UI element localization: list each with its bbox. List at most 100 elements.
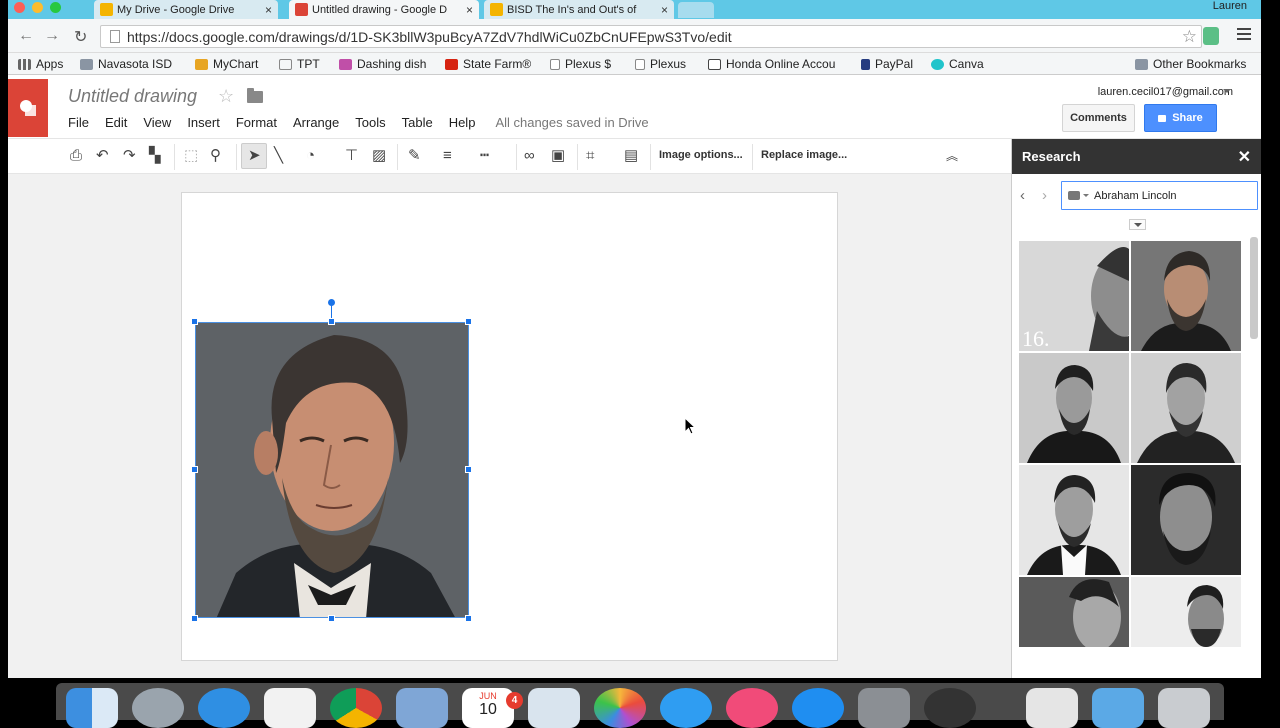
image-result[interactable] (1019, 353, 1129, 463)
image-result[interactable] (1131, 465, 1241, 575)
zoom-icon[interactable]: ⚲ (210, 148, 221, 164)
selected-image[interactable] (195, 322, 469, 618)
bookmark-honda[interactable]: Honda Online Accou (708, 57, 835, 71)
zoom-window-button[interactable] (50, 2, 61, 13)
image-result[interactable] (1131, 241, 1241, 351)
zoom-fit-icon[interactable]: ⬚ (184, 148, 198, 164)
rotate-handle[interactable] (328, 299, 335, 306)
calendar-icon[interactable]: JUN 10 (462, 688, 514, 728)
resize-handle[interactable] (465, 615, 472, 622)
photos-icon[interactable] (594, 688, 646, 728)
profile-name[interactable]: Lauren (1213, 0, 1247, 12)
bookmark-tpt[interactable]: TPT (279, 57, 320, 71)
undo-icon[interactable]: ↶ (96, 148, 109, 164)
resize-handle[interactable] (465, 318, 472, 325)
camera-icon[interactable] (1068, 191, 1080, 200)
safari-icon[interactable] (198, 688, 250, 728)
shape-icon[interactable]: ◔ (306, 148, 315, 164)
redo-icon[interactable]: ↷ (123, 148, 136, 164)
paint-format-icon[interactable]: ▚ (149, 148, 161, 164)
print-icon[interactable]: ⎙ (70, 148, 82, 164)
resize-handle[interactable] (328, 615, 335, 622)
image-options-button[interactable]: Image options... (659, 149, 743, 161)
reload-icon[interactable]: ↻ (74, 27, 87, 47)
extension-icon[interactable] (1203, 27, 1219, 45)
back-arrow-icon[interactable]: ‹ (1020, 187, 1025, 204)
star-icon[interactable]: ☆ (218, 86, 234, 107)
quicktime-icon[interactable] (924, 688, 976, 728)
url-text[interactable]: https://docs.google.com/drawings/d/1D-SK… (127, 29, 732, 45)
drawings-logo[interactable] (8, 79, 48, 137)
bookmark-apps[interactable]: Apps (18, 57, 63, 71)
replace-image-button[interactable]: Replace image... (761, 149, 847, 161)
bookmark-mychart[interactable]: MyChart (195, 57, 258, 71)
image-result[interactable] (1131, 577, 1241, 647)
close-tab-icon[interactable]: × (265, 3, 272, 17)
new-tab-button[interactable] (678, 2, 714, 18)
mask-image-icon[interactable]: ▤ (624, 148, 638, 164)
share-button[interactable]: Share (1144, 104, 1217, 132)
address-bar[interactable]: https://docs.google.com/drawings/d/1D-SK… (100, 25, 1202, 48)
resize-handle[interactable] (191, 318, 198, 325)
bookmark-star-icon[interactable]: ☆ (1182, 27, 1197, 47)
search-query[interactable]: Abraham Lincoln (1094, 190, 1177, 202)
bookmark-plexus-dollar[interactable]: Plexus $ (550, 57, 611, 71)
bookmark-other[interactable]: Other Bookmarks (1135, 57, 1246, 71)
forward-arrow-icon[interactable]: → (44, 27, 60, 45)
image-result[interactable] (1019, 577, 1129, 647)
itunes-icon[interactable] (726, 688, 778, 728)
menu-format[interactable]: Format (236, 115, 277, 130)
downloads-folder-icon[interactable] (1092, 688, 1144, 728)
bookmark-plexus[interactable]: Plexus (635, 57, 686, 71)
resize-handle[interactable] (465, 466, 472, 473)
app-store-icon[interactable] (792, 688, 844, 728)
close-tab-icon[interactable]: × (466, 3, 473, 17)
chevron-down-icon[interactable] (1083, 194, 1089, 197)
menu-edit[interactable]: Edit (105, 115, 127, 130)
drawing-canvas[interactable] (181, 192, 838, 661)
select-icon[interactable]: ➤ (248, 148, 261, 164)
browser-menu-icon[interactable] (1237, 28, 1251, 43)
finder-icon[interactable] (66, 688, 118, 728)
image-result[interactable] (1131, 353, 1241, 463)
chrome-icon[interactable] (330, 688, 382, 728)
comments-button[interactable]: Comments (1062, 104, 1135, 132)
expand-options-toggle[interactable] (1129, 219, 1146, 230)
crop-icon[interactable]: ⌗ (586, 148, 594, 164)
document-stack-icon[interactable] (1026, 688, 1078, 728)
menu-table[interactable]: Table (402, 115, 433, 130)
system-preferences-icon[interactable] (858, 688, 910, 728)
bookmark-dashing-dish[interactable]: Dashing dish (339, 57, 426, 71)
account-email[interactable]: lauren.cecil017@gmail.com (1098, 86, 1233, 98)
menu-file[interactable]: File (68, 115, 89, 130)
chevron-down-icon[interactable] (1223, 89, 1231, 93)
close-window-button[interactable] (14, 2, 25, 13)
menu-help[interactable]: Help (449, 115, 476, 130)
image-icon[interactable]: ▨ (372, 148, 386, 164)
resize-handle[interactable] (328, 318, 335, 325)
menu-view[interactable]: View (143, 115, 171, 130)
folder-icon[interactable] (247, 88, 263, 103)
bookmark-state-farm[interactable]: State Farm® (445, 57, 531, 71)
launchpad-icon[interactable] (132, 688, 184, 728)
line-dash-icon[interactable]: ┅ (480, 148, 489, 164)
document-title[interactable]: Untitled drawing (68, 86, 197, 107)
menu-arrange[interactable]: Arrange (293, 115, 339, 130)
research-search-input[interactable]: Abraham Lincoln (1061, 181, 1258, 210)
app-grid-icon[interactable] (264, 688, 316, 728)
image-result[interactable]: 16. (1019, 241, 1129, 351)
menu-insert[interactable]: Insert (187, 115, 220, 130)
mail-icon[interactable] (396, 688, 448, 728)
resize-handle[interactable] (191, 466, 198, 473)
resize-handle[interactable] (191, 615, 198, 622)
bookmark-paypal[interactable]: PayPal (861, 57, 913, 71)
tab-my-drive[interactable]: My Drive - Google Drive × (94, 0, 278, 19)
text-box-icon[interactable]: ⊤ (345, 148, 358, 164)
preview-icon[interactable] (528, 688, 580, 728)
scrollbar-thumb[interactable] (1250, 237, 1258, 339)
collapse-icon[interactable]: ︽ (946, 148, 958, 164)
trash-icon[interactable] (1158, 688, 1210, 728)
link-icon[interactable]: ∞ (524, 148, 535, 164)
close-tab-icon[interactable]: × (661, 3, 668, 17)
menu-tools[interactable]: Tools (355, 115, 385, 130)
